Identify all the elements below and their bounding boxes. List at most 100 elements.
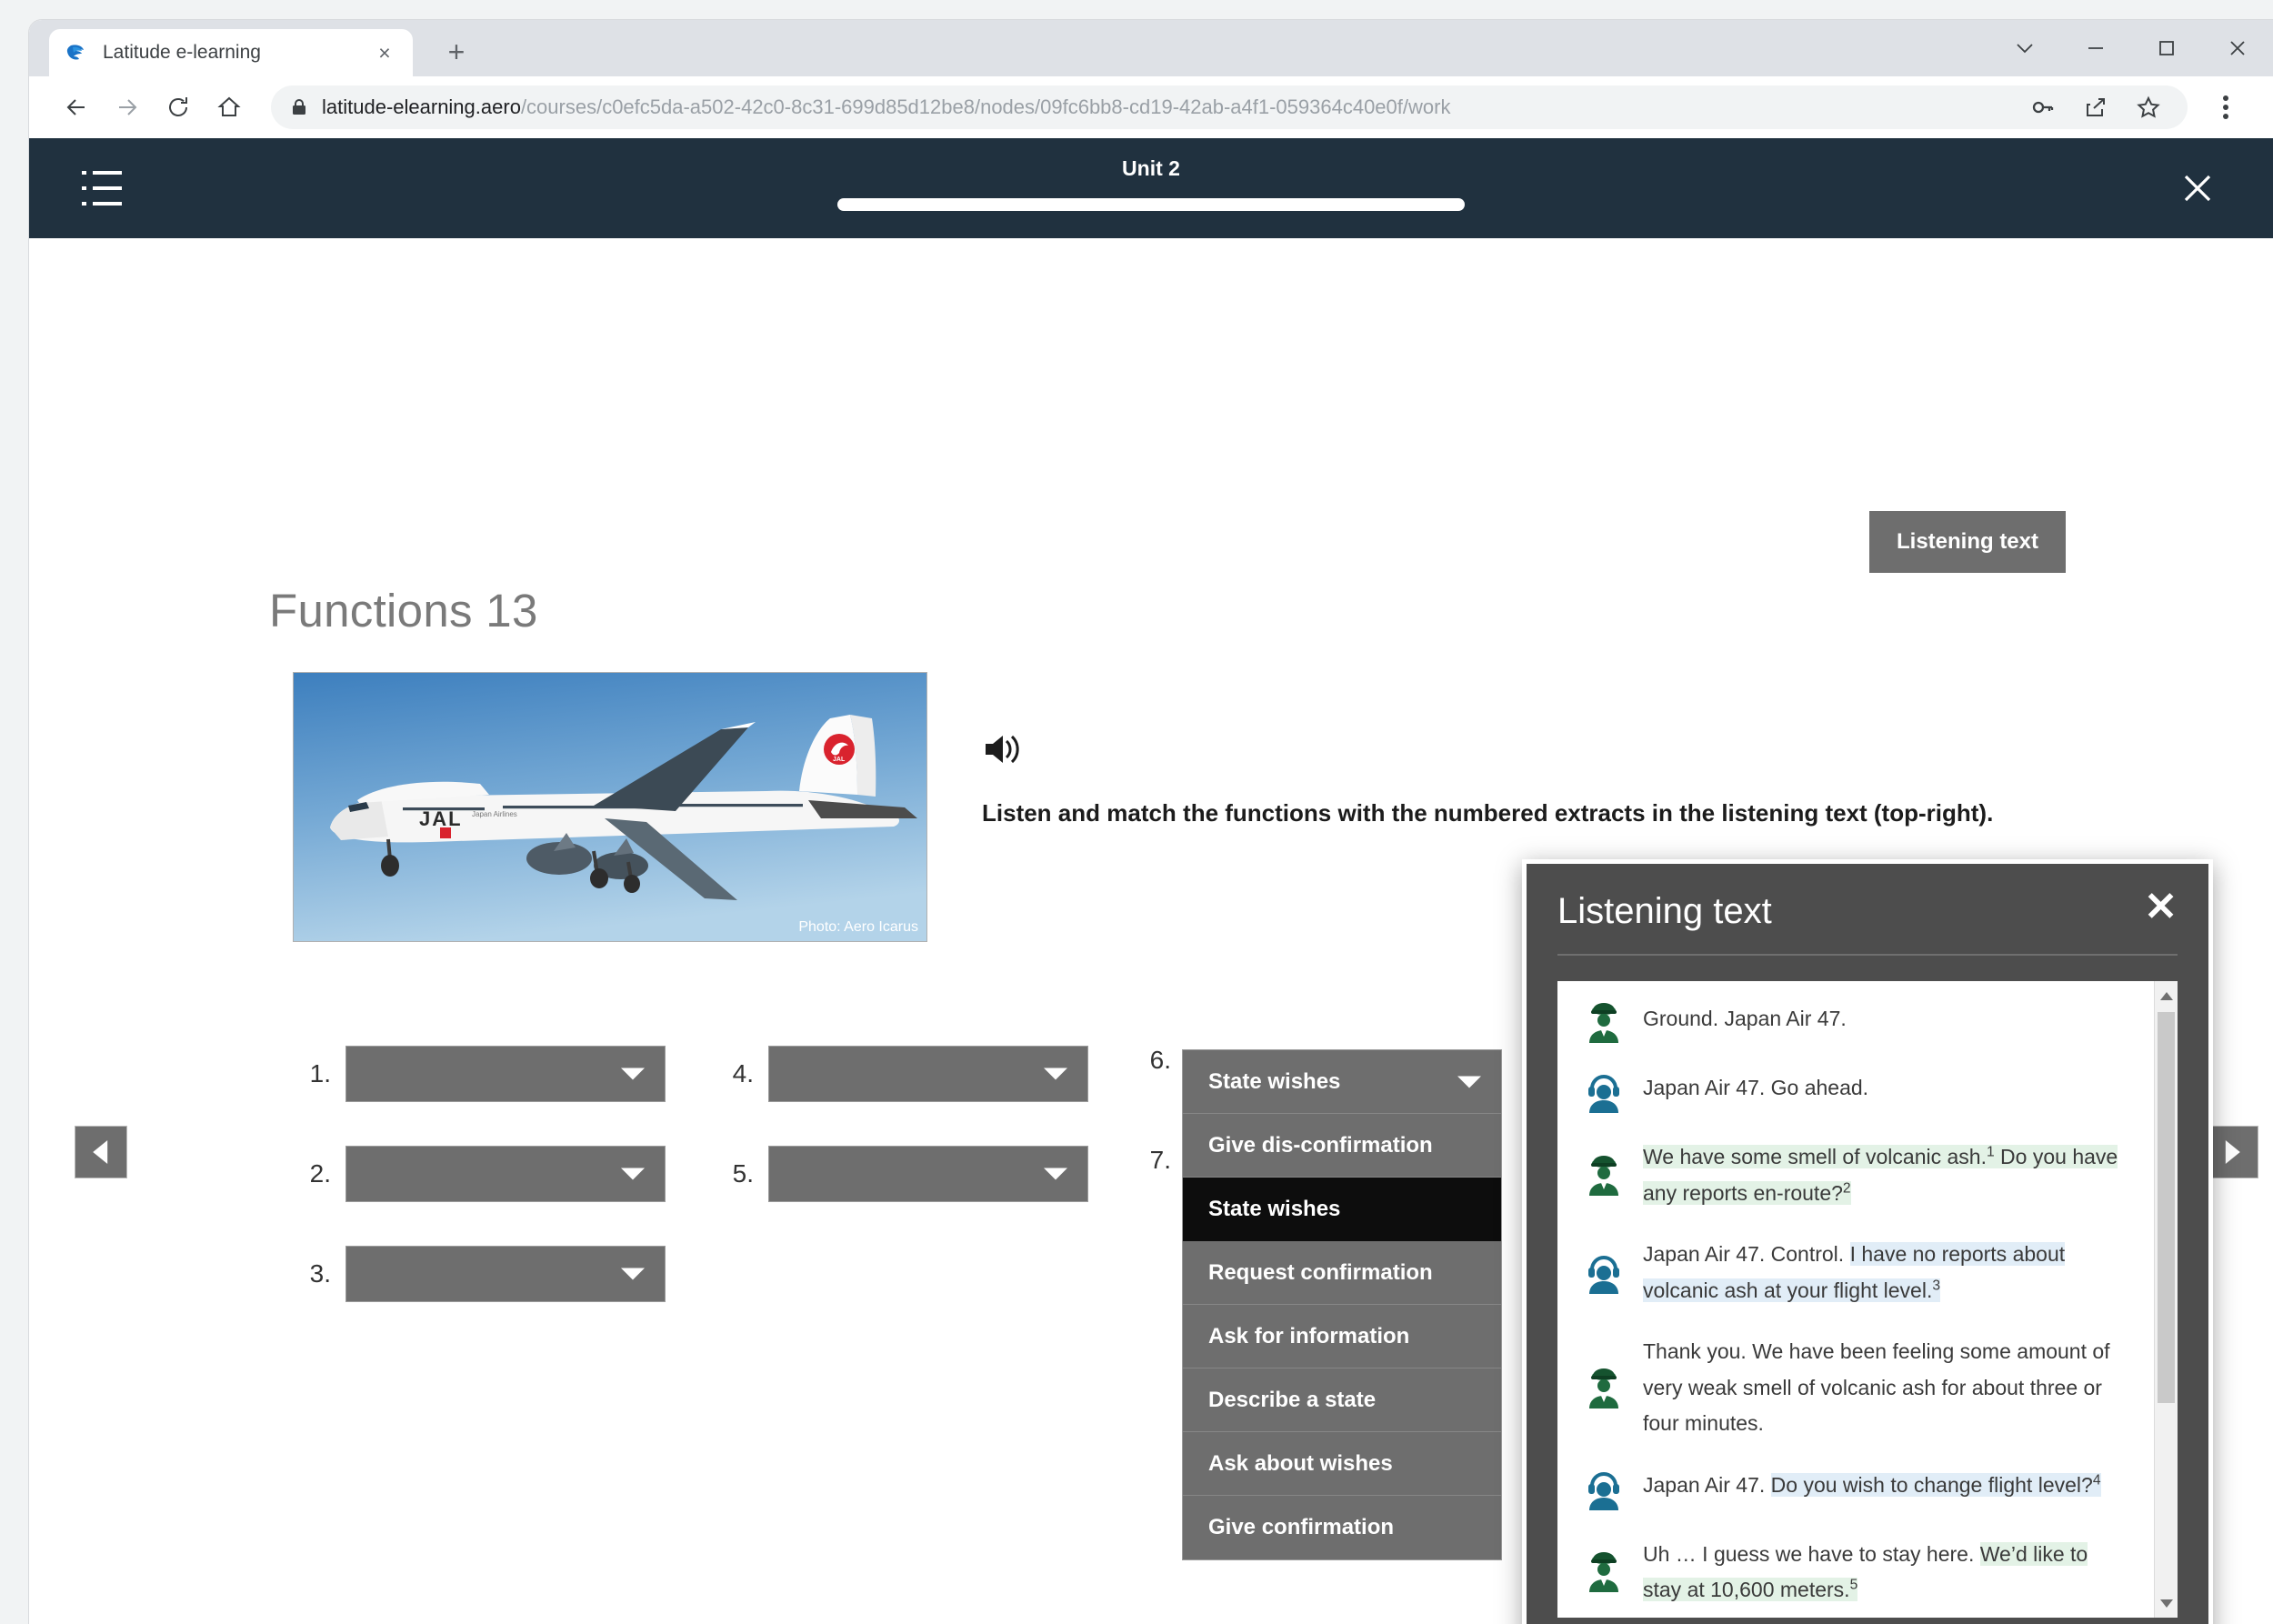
previous-slide-button[interactable]: [75, 1126, 127, 1178]
new-tab-button[interactable]: +: [438, 35, 475, 71]
back-button-icon[interactable]: [51, 82, 102, 133]
transcript-segment: Japan Air 47.: [1643, 1472, 1771, 1497]
listening-text-button[interactable]: Listening text: [1868, 511, 2066, 573]
dropdown-option[interactable]: Give dis-confirmation: [1183, 1114, 1501, 1178]
chevron-down-icon: [1044, 1168, 1067, 1180]
course-viewport: Unit 2 Listening text Functions 13 JAL J…: [29, 138, 2273, 1624]
pilot-avatar-icon: [1577, 1334, 1630, 1442]
reload-button-icon[interactable]: [153, 82, 204, 133]
speaker-icon[interactable]: [982, 729, 1026, 769]
transcript-highlight: We have some smell of volcanic ash.1: [1643, 1144, 1995, 1168]
home-button-icon[interactable]: [204, 82, 255, 133]
transcript-line: Thank you. We have been feeling some amo…: [1577, 1334, 2128, 1442]
transcript-line-text: Thank you. We have been feeling some amo…: [1630, 1334, 2128, 1442]
svg-text:JAL: JAL: [419, 807, 463, 830]
answer-select-3[interactable]: [345, 1246, 666, 1302]
dropdown-option[interactable]: Request confirmation: [1183, 1241, 1501, 1305]
answer-select-2[interactable]: [345, 1146, 666, 1202]
close-icon[interactable]: [2175, 165, 2220, 211]
scroll-up-arrow-icon[interactable]: [2155, 983, 2178, 1008]
transcript-line: We have some smell of volcanic ash.1 Do …: [1577, 1139, 2128, 1211]
bookmark-star-icon[interactable]: [2124, 85, 2173, 129]
transcript-scrollbar[interactable]: [2154, 981, 2178, 1618]
transcript-highlight: Do you wish to change flight level?4: [1770, 1472, 2101, 1497]
browser-toolbar: latitude-elearning.aero/courses/c0efc5da…: [29, 76, 2273, 138]
answer-number: 3.: [309, 1259, 331, 1288]
dropdown-option-selected[interactable]: State wishes: [1183, 1178, 1501, 1241]
extract-number: 3: [1932, 1277, 1941, 1293]
latitude-logo-icon: [64, 39, 91, 66]
arrow-right-icon: [2225, 1140, 2240, 1164]
photo-credit: Photo: Aero Icarus: [798, 919, 918, 935]
transcript-line-text: Japan Air 47. Go ahead.: [1630, 1070, 2128, 1114]
url-path: /courses/c0efc5da-a502-42c0-8c31-699d85d…: [520, 95, 1451, 118]
answer-row-4: 4.: [706, 1046, 1088, 1102]
chevron-down-icon: [621, 1068, 645, 1080]
answer-number: 4.: [732, 1059, 754, 1088]
transcript-segment: Thank you. We have been feeling some amo…: [1643, 1339, 2110, 1436]
controller-avatar-icon: [1577, 1070, 1630, 1114]
answer-row-5: 5.: [706, 1146, 1088, 1202]
unit-title: Unit 2: [1122, 156, 1180, 180]
address-bar[interactable]: latitude-elearning.aero/courses/c0efc5da…: [271, 85, 2188, 129]
answer-row-6: 6.: [1124, 1046, 1186, 1075]
dropdown-option[interactable]: Describe a state: [1183, 1368, 1501, 1432]
answer-row-7: 7.: [1124, 1146, 1186, 1175]
answer-number: 2.: [309, 1159, 331, 1188]
transcript-line: Japan Air 47. Control. I have no reports…: [1577, 1237, 2128, 1308]
tab-close-icon[interactable]: ×: [371, 39, 398, 66]
close-icon[interactable]: [2202, 20, 2273, 76]
aircraft-photo: JAL Japan Airlines JAL Photo: Aero Icaru…: [293, 672, 927, 942]
transcript-segment: Japan Air 47. Go ahead.: [1643, 1076, 1869, 1099]
dropdown-current-value[interactable]: State wishes: [1183, 1050, 1501, 1114]
listening-text-modal: Listening text ✕ Ground. Japan Air 47. Ja…: [1522, 859, 2213, 1624]
svg-text:JAL: JAL: [833, 757, 846, 763]
tab-strip: Latitude e-learning × +: [29, 20, 2273, 76]
answer-select-5[interactable]: [768, 1146, 1088, 1202]
scroll-down-arrow-icon[interactable]: [2155, 1590, 2178, 1616]
screen: Latitude e-learning × + latitude-elearni…: [0, 0, 2273, 1624]
dropdown-option-label: Ask about wishes: [1208, 1450, 1393, 1476]
share-icon[interactable]: [2071, 85, 2120, 129]
key-icon[interactable]: [2018, 85, 2068, 129]
maximize-icon[interactable]: [2131, 20, 2202, 76]
dropdown-option[interactable]: Give confirmation: [1183, 1496, 1501, 1559]
forward-button-icon[interactable]: [102, 82, 153, 133]
dropdown-option[interactable]: Ask for information: [1183, 1305, 1501, 1368]
modal-divider: [1557, 954, 2178, 956]
modal-close-icon[interactable]: ✕: [2144, 887, 2178, 927]
url-domain: latitude-elearning.aero: [322, 95, 521, 118]
scrollbar-thumb[interactable]: [2158, 1012, 2175, 1403]
kebab-menu-icon[interactable]: [2200, 82, 2251, 133]
dropdown-option[interactable]: Ask about wishes: [1183, 1432, 1501, 1496]
minimize-icon[interactable]: [2060, 20, 2131, 76]
answer-row-1: 1.: [284, 1046, 666, 1102]
transcript-segment: Japan Air 47. Control.: [1643, 1242, 1850, 1267]
svg-text:Japan Airlines: Japan Airlines: [472, 810, 517, 818]
lock-icon: [285, 94, 313, 121]
extract-number: 2: [1842, 1179, 1851, 1196]
open-dropdown-list[interactable]: State wishes Give dis-confirmation State…: [1182, 1049, 1502, 1560]
dropdown-option-label: Give confirmation: [1208, 1515, 1395, 1539]
course-header: Unit 2: [29, 138, 2273, 238]
extract-number: 5: [1849, 1577, 1858, 1593]
answer-select-4[interactable]: [768, 1046, 1088, 1102]
browser-tab[interactable]: Latitude e-learning ×: [49, 29, 413, 76]
answer-select-1[interactable]: [345, 1046, 666, 1102]
transcript-line: Ground. Japan Air 47.: [1577, 1001, 2128, 1045]
answer-row-2: 2.: [284, 1146, 666, 1202]
tab-title: Latitude e-learning: [103, 42, 261, 63]
transcript-lines: Ground. Japan Air 47. Japan Air 47. Go ah…: [1557, 981, 2154, 1618]
pilot-avatar-icon: [1577, 1001, 1630, 1045]
chevron-down-icon: [621, 1168, 645, 1180]
chevron-down-icon[interactable]: [1989, 20, 2060, 76]
dropdown-option-label: Give dis-confirmation: [1208, 1132, 1433, 1158]
transcript-segment: Uh … I guess we have to stay here.: [1643, 1541, 1980, 1566]
chevron-down-icon: [1044, 1068, 1067, 1080]
answer-number: 7.: [1149, 1146, 1171, 1174]
transcript-line-text: Ground. Japan Air 47.: [1630, 1001, 2128, 1045]
next-slide-button[interactable]: [2206, 1126, 2258, 1178]
dropdown-option-label: State wishes: [1208, 1196, 1341, 1221]
transcript-line-text: Uh … I guess we have to stay here. We’d …: [1630, 1537, 2128, 1609]
transcript-line-text: Japan Air 47. Do you wish to change flig…: [1630, 1468, 2128, 1511]
